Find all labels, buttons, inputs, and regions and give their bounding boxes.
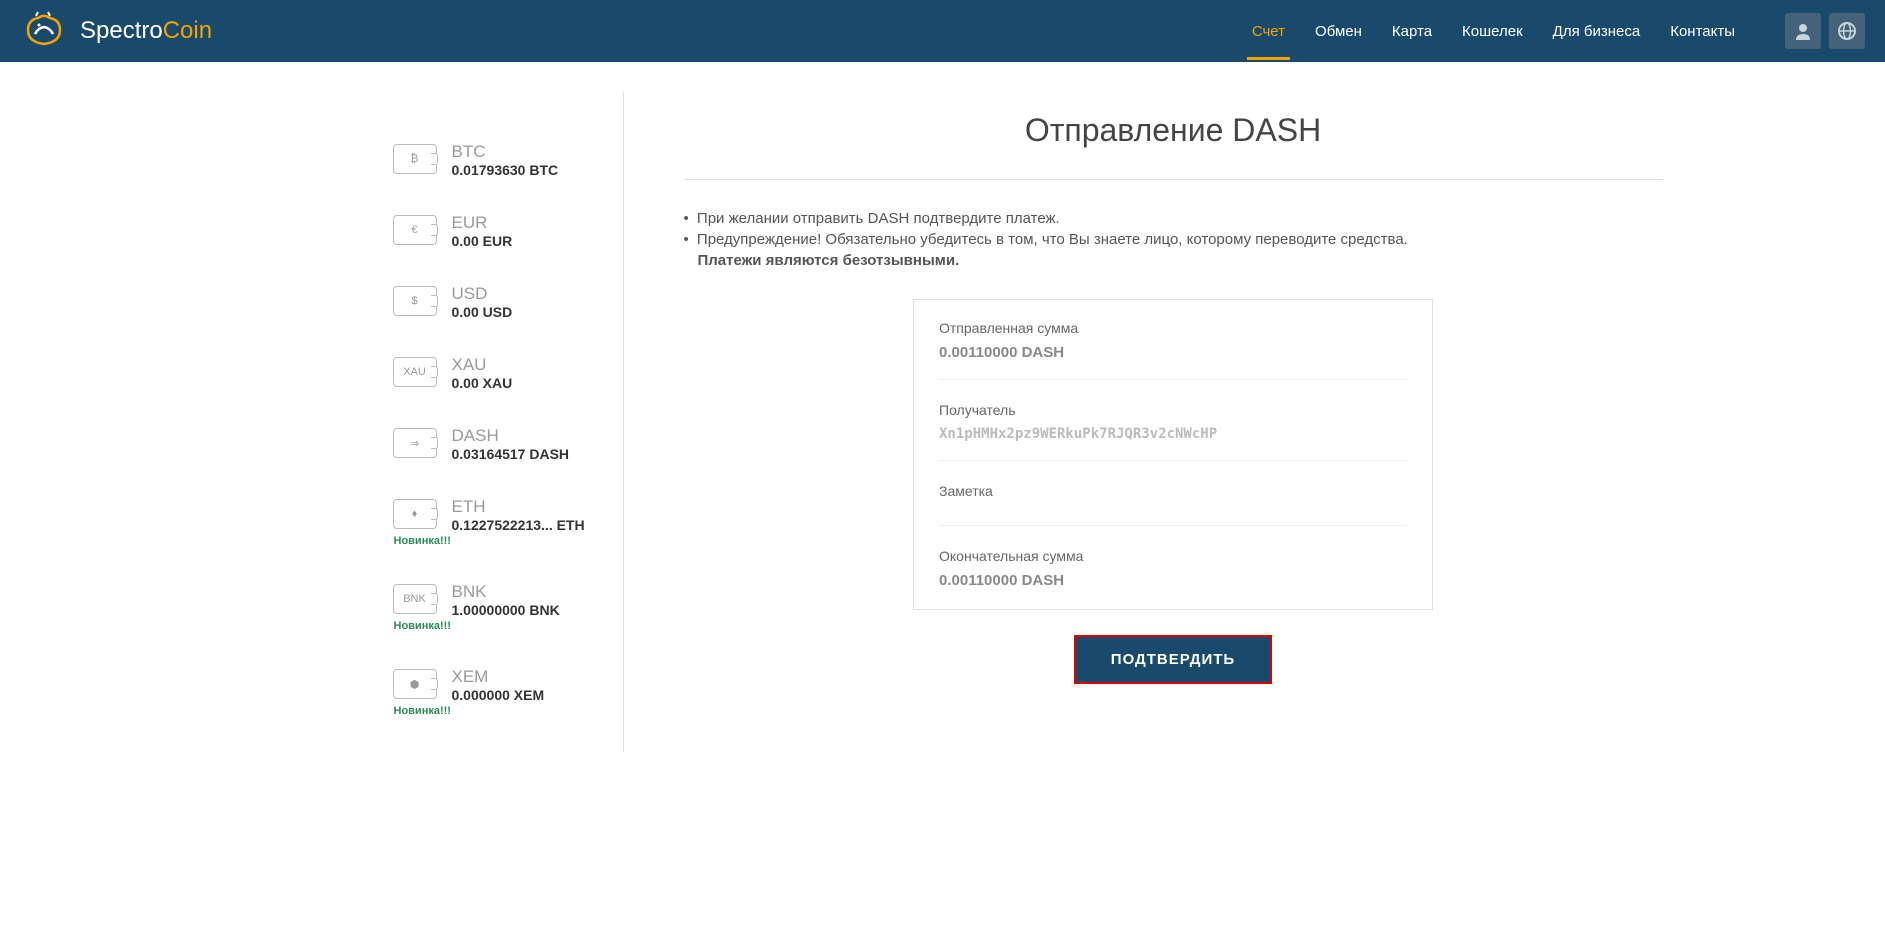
wallet-balance: 0.1227522213... ETH — [452, 517, 585, 533]
main-panel: Отправление DASH При желании отправить D… — [623, 92, 1723, 752]
globe-icon[interactable] — [1829, 13, 1865, 49]
wallet-eur[interactable]: € EUR 0.00 EUR — [393, 213, 593, 249]
wallet-icon: XAU — [393, 357, 437, 387]
wallet-balance: 0.00 USD — [452, 304, 513, 320]
field-recipient: Получатель Xn1pHMHx2pz9WERkuPk7RJQR3v2cN… — [939, 402, 1407, 461]
confirm-button[interactable]: ПОДТВЕРДИТЬ — [1074, 635, 1272, 684]
wallet-balance: 1.00000000 BNK — [452, 602, 560, 618]
wallet-btc[interactable]: ₿ BTC 0.01793630 BTC — [393, 142, 593, 178]
wallet-icon: € — [393, 215, 437, 245]
nav: Счет Обмен Карта Кошелек Для бизнеса Кон… — [1252, 3, 1865, 60]
field-label: Получатель — [939, 402, 1407, 418]
wallet-currency: BTC — [452, 142, 559, 162]
warning-irreversible: Платежи являются безотзывными. — [684, 252, 1663, 269]
wallet-icon: ⬢ — [393, 669, 437, 699]
wallet-balance: 0.00 XAU — [452, 375, 513, 391]
wallet-currency: EUR — [452, 213, 513, 233]
wallet-xau[interactable]: XAU XAU 0.00 XAU — [393, 355, 593, 391]
nav-exchange[interactable]: Обмен — [1315, 3, 1362, 60]
wallet-currency: DASH — [452, 426, 570, 446]
field-note: Заметка — [939, 483, 1407, 526]
warning-text: Предупреждение! Обязательно убедитесь в … — [684, 231, 1663, 248]
wallet-balance: 0.00 EUR — [452, 233, 513, 249]
page-title: Отправление DASH — [684, 112, 1663, 180]
wallet-icon: BNK — [393, 584, 437, 614]
field-final-amount: Окончательная сумма 0.00110000 DASH — [939, 548, 1407, 589]
wallet-bnk[interactable]: BNK BNK 1.00000000 BNK Новинка!!! — [393, 582, 593, 632]
wallet-currency: XAU — [452, 355, 513, 375]
confirm-form: Отправленная сумма 0.00110000 DASH Получ… — [913, 299, 1433, 610]
nav-business[interactable]: Для бизнеса — [1553, 3, 1641, 60]
field-label: Заметка — [939, 483, 1407, 499]
wallet-usd[interactable]: $ USD 0.00 USD — [393, 284, 593, 320]
field-value: Xn1pHMHx2pz9WERkuPk7RJQR3v2cNWcHP — [939, 426, 1407, 442]
logo-text: SpectroCoin — [80, 17, 212, 45]
wallet-dash[interactable]: ⇒ DASH 0.03164517 DASH — [393, 426, 593, 462]
wallet-currency: ETH — [452, 497, 585, 517]
wallet-icon: $ — [393, 286, 437, 316]
wallet-currency: USD — [452, 284, 513, 304]
warnings: При желании отправить DASH подтвердите п… — [684, 210, 1663, 269]
field-label: Отправленная сумма — [939, 320, 1407, 336]
field-label: Окончательная сумма — [939, 548, 1407, 564]
logo[interactable]: SpectroCoin — [20, 10, 212, 52]
wallet-eth[interactable]: ♦ ETH 0.1227522213... ETH Новинка!!! — [393, 497, 593, 547]
nav-contacts[interactable]: Контакты — [1670, 3, 1735, 60]
nav-card[interactable]: Карта — [1392, 3, 1432, 60]
field-sent-amount: Отправленная сумма 0.00110000 DASH — [939, 320, 1407, 380]
field-value: 0.00110000 DASH — [939, 344, 1407, 361]
warning-text: При желании отправить DASH подтвердите п… — [684, 210, 1663, 227]
new-badge: Новинка!!! — [394, 535, 585, 547]
wallet-xem[interactable]: ⬢ XEM 0.000000 XEM Новинка!!! — [393, 667, 593, 717]
wallet-balance: 0.000000 XEM — [452, 687, 545, 703]
wallet-currency: BNK — [452, 582, 560, 602]
content: ₿ BTC 0.01793630 BTC € EUR 0.00 EUR $ US… — [163, 62, 1723, 752]
wallet-balance: 0.03164517 DASH — [452, 446, 570, 462]
field-value: 0.00110000 DASH — [939, 572, 1407, 589]
new-badge: Новинка!!! — [394, 620, 560, 632]
header: SpectroCoin Счет Обмен Карта Кошелек Для… — [0, 0, 1885, 62]
nav-wallet[interactable]: Кошелек — [1462, 3, 1523, 60]
logo-icon — [20, 10, 68, 52]
wallet-icon: ♦ — [393, 499, 437, 529]
wallet-icon: ₿ — [393, 144, 437, 174]
user-icon[interactable] — [1785, 13, 1821, 49]
wallet-balance: 0.01793630 BTC — [452, 162, 559, 178]
sidebar: ₿ BTC 0.01793630 BTC € EUR 0.00 EUR $ US… — [163, 92, 623, 752]
wallet-icon: ⇒ — [393, 428, 437, 458]
nav-account[interactable]: Счет — [1252, 3, 1285, 60]
wallet-currency: XEM — [452, 667, 545, 687]
new-badge: Новинка!!! — [394, 705, 545, 717]
